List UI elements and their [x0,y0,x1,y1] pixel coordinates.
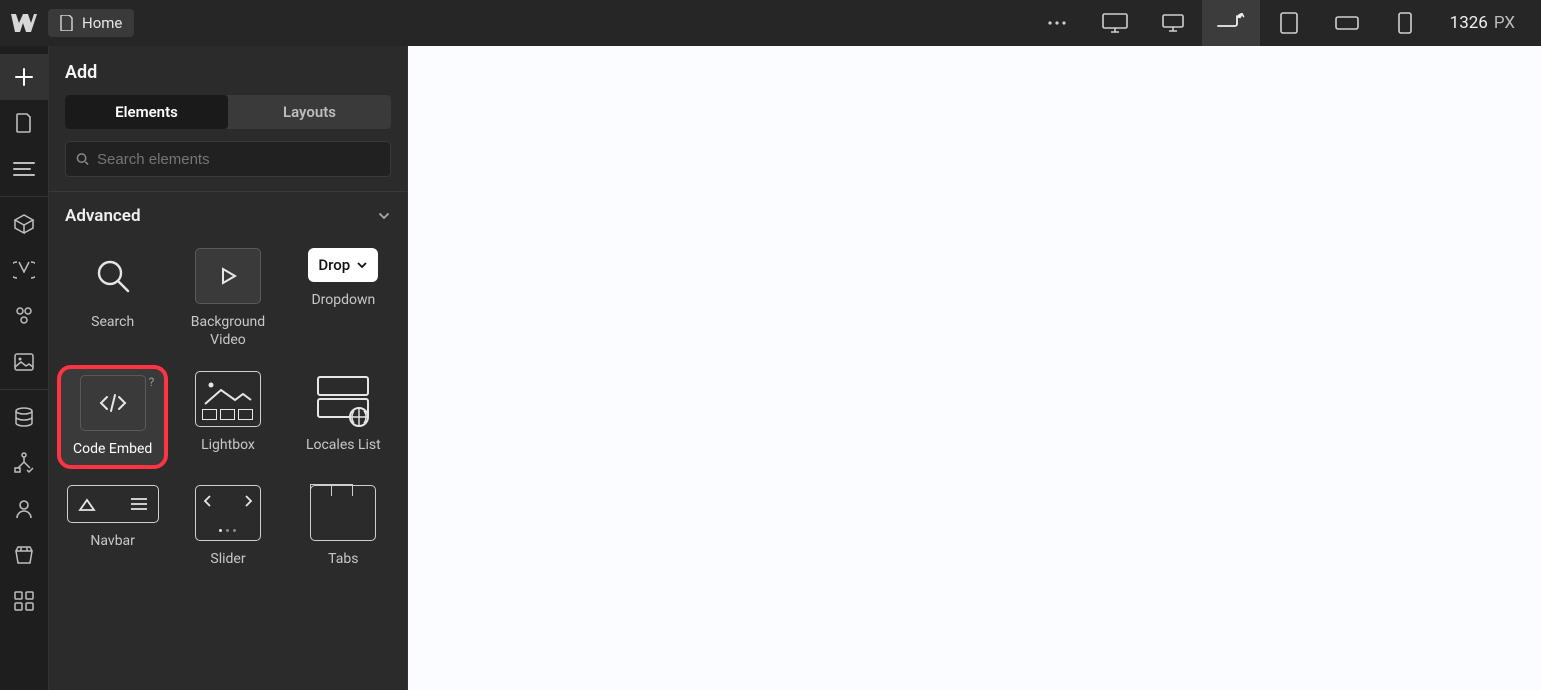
topbar-left: Home [10,9,134,37]
element-label: Dropdown [311,292,375,310]
element-label: Background Video [174,314,281,349]
tab-layouts[interactable]: Layouts [228,95,391,129]
chevron-down-icon [356,259,368,271]
element-search[interactable]: Search [57,242,168,355]
lightbox-icon [195,371,261,427]
page-chip[interactable]: Home [48,9,134,37]
rail-variables-icon[interactable] [0,247,48,293]
rail-ecommerce-icon[interactable] [0,532,48,578]
webflow-logo-icon[interactable] [10,9,38,37]
rail-logic-icon[interactable] [0,440,48,486]
breakpoint-mobile-landscape-icon[interactable] [1318,0,1376,46]
viewport-width-value: 1326 [1450,13,1488,33]
rail-assets-icon[interactable] [0,339,48,385]
element-label: Navbar [90,533,135,551]
main: Add Elements Layouts Advanced Search [0,46,1541,690]
rail-users-icon[interactable] [0,486,48,532]
navbar-icon [67,485,159,523]
search-elements[interactable] [65,141,391,177]
element-navbar[interactable]: Navbar [57,479,168,575]
breakpoint-desktop-icon[interactable] [1144,0,1202,46]
left-icon-rail [0,46,49,690]
canvas[interactable] [408,46,1541,690]
rail-pages-icon[interactable] [0,100,48,146]
element-lightbox[interactable]: Lightbox [172,365,283,469]
search-icon [76,152,89,166]
element-label: Slider [210,551,245,569]
tabs-icon [310,485,376,541]
slider-icon [195,485,261,541]
section-title: Advanced [65,206,141,226]
panel-tabs: Elements Layouts [65,95,391,129]
rail-cms-icon[interactable] [0,394,48,440]
element-dropdown[interactable]: Drop Dropdown [288,242,399,355]
panel-title: Add [49,46,407,95]
rail-apps-icon[interactable] [0,578,48,624]
element-tabs[interactable]: Tabs [288,479,399,575]
element-label: Search [91,314,134,332]
element-code-embed[interactable]: ? Code Embed [57,365,168,469]
topbar-right: 1326 PX [1028,0,1531,46]
tab-elements[interactable]: Elements [65,95,228,129]
rail-components-icon[interactable] [0,201,48,247]
code-embed-icon [80,375,146,431]
bgvideo-icon [195,248,261,304]
element-label: Code Embed [73,441,152,459]
page-name: Home [82,14,122,32]
element-label: Locales List [306,437,381,455]
dropdown-chip-label: Drop [318,256,350,274]
breakpoint-tablet-icon[interactable] [1260,0,1318,46]
search-element-icon [80,248,146,304]
chevron-down-icon [377,209,391,223]
element-label: Lightbox [201,437,255,455]
breakpoint-desktop-large-icon[interactable] [1086,0,1144,46]
add-panel: Add Elements Layouts Advanced Search [49,46,408,690]
element-label: Tabs [328,551,358,569]
page-icon [60,15,74,31]
more-menu-icon[interactable] [1028,0,1086,46]
elements-grid: Search Background Video Drop Dropdown ? [49,234,407,590]
viewport-readout[interactable]: 1326 PX [1434,13,1531,33]
breakpoint-custom-icon[interactable] [1202,0,1260,46]
dropdown-chip: Drop [308,248,378,282]
rail-styles-icon[interactable] [0,293,48,339]
help-icon[interactable]: ? [149,375,155,389]
element-locales-list[interactable]: Locales List [288,365,399,469]
element-slider[interactable]: Slider [172,479,283,575]
element-background-video[interactable]: Background Video [172,242,283,355]
search-input[interactable] [97,151,380,168]
locales-list-icon [310,371,376,427]
viewport-width-unit: PX [1494,13,1515,33]
breakpoint-mobile-portrait-icon[interactable] [1376,0,1434,46]
section-header-advanced[interactable]: Advanced [49,192,407,234]
rail-add-icon[interactable] [0,54,48,100]
topbar: Home 1326 PX [0,0,1541,46]
rail-navigator-icon[interactable] [0,146,48,192]
